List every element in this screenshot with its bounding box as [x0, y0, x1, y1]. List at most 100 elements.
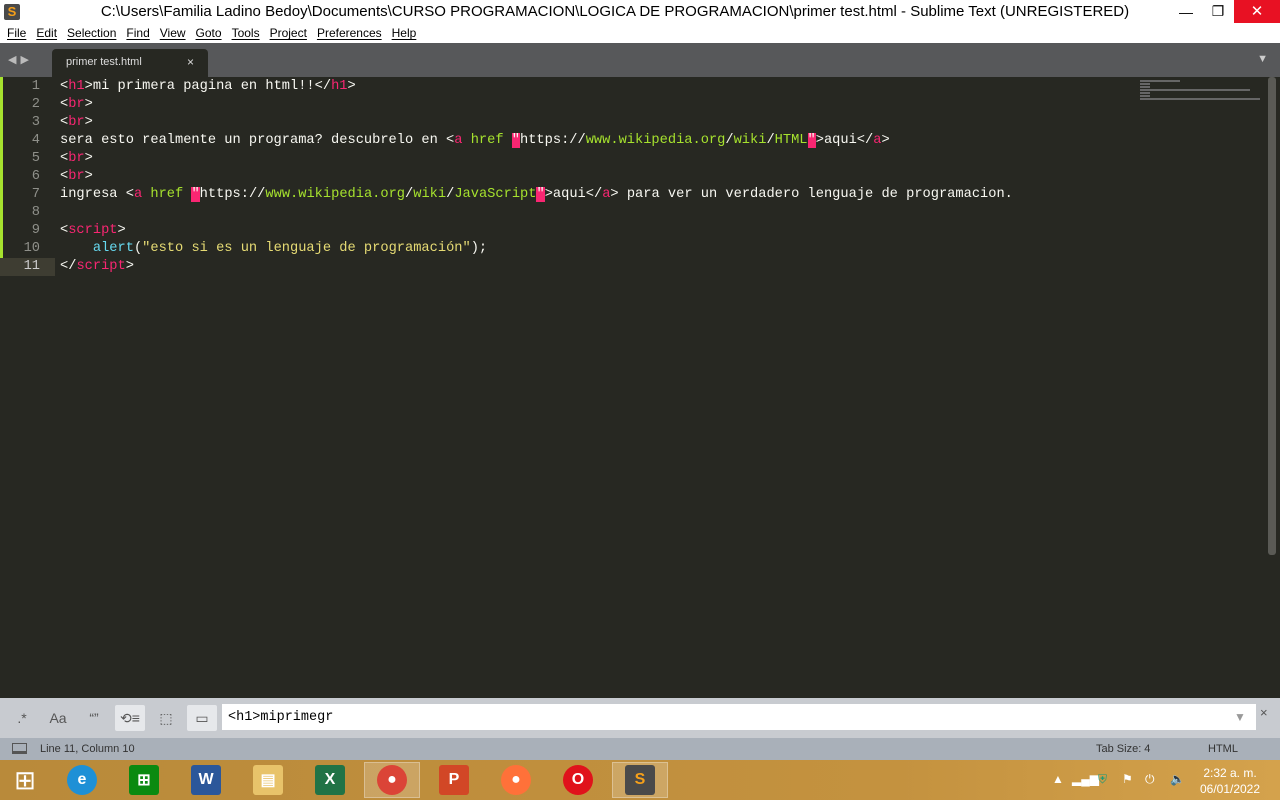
network-icon[interactable]: ▂▄▆ [1072, 772, 1099, 786]
code-line[interactable]: 3 <br> [0, 114, 1268, 132]
opera-icon: O [563, 765, 593, 795]
clock[interactable]: 2:32 a. m. 06/01/2022 [1195, 765, 1265, 797]
windows-icon: ⊞ [14, 764, 36, 795]
volume-icon[interactable]: 🔈 [1170, 772, 1185, 786]
menu-edit[interactable]: Edit [31, 26, 62, 40]
code-line[interactable]: 6 <br> [0, 168, 1268, 186]
security-shield-icon[interactable]: ⛨ [1098, 772, 1107, 787]
token-plain: > [117, 223, 126, 238]
vertical-scrollbar[interactable] [1268, 77, 1276, 555]
highlight-matches-toggle[interactable]: ▭ [187, 705, 217, 731]
menu-selection[interactable]: Selection [62, 26, 121, 40]
token-plain: >mi primera pagina en html!!</ [84, 79, 332, 94]
token-plain: ( [133, 241, 143, 256]
in-selection-toggle[interactable]: ⬚ [151, 705, 181, 731]
token-plain: < [60, 115, 69, 130]
window-title: C:\Users\Familia Ladino Bedoy\Documents\… [100, 3, 1130, 20]
panel-toggle-icon[interactable] [12, 743, 27, 754]
code-line[interactable]: 1 <h1>mi primera pagina en html!!</h1> [0, 78, 1268, 96]
menu-help[interactable]: Help [387, 26, 422, 40]
menu-preferences[interactable]: Preferences [312, 26, 387, 40]
close-button[interactable]: ✕ [1234, 0, 1280, 23]
token-tag: h1 [331, 79, 348, 94]
minimap[interactable] [1140, 80, 1260, 100]
menu-file[interactable]: File [2, 26, 31, 40]
find-input[interactable] [222, 704, 1256, 730]
taskbar-opera[interactable]: O [550, 762, 606, 798]
find-close-icon[interactable]: × [1260, 705, 1268, 720]
taskbar-excel[interactable]: X [302, 762, 358, 798]
power-icon[interactable]: ⏻ [1145, 772, 1155, 787]
action-center-flag-icon[interactable]: ⚑ [1122, 772, 1133, 786]
token-url: JavaScript [454, 187, 537, 202]
regex-toggle[interactable]: .* [7, 705, 37, 731]
line-number: 10 [23, 241, 40, 256]
token-plain: </ [60, 259, 77, 274]
tab-primer-test[interactable]: primer test.html × [52, 49, 208, 77]
tab-size[interactable]: Tab Size: 4 [1096, 738, 1150, 760]
taskbar-store[interactable]: ⊞ [116, 762, 172, 798]
line-number: 9 [31, 223, 40, 238]
menu-project[interactable]: Project [265, 26, 312, 40]
token-tag: h1 [68, 79, 85, 94]
menu-find[interactable]: Find [121, 26, 154, 40]
code-line[interactable]: 2 <br> [0, 96, 1268, 114]
token-plain: > [84, 115, 93, 130]
code-line[interactable]: 5 <br> [0, 150, 1268, 168]
taskbar-powerpoint[interactable]: P [426, 762, 482, 798]
code-line[interactable]: 11 </script> [0, 258, 1268, 276]
clock-time: 2:32 a. m. [1203, 766, 1257, 780]
tab-nav-arrows-icon[interactable]: ◀▶ [8, 53, 33, 66]
show-hidden-icons[interactable]: ▲ [1052, 772, 1064, 786]
syntax-mode[interactable]: HTML [1208, 738, 1238, 760]
token-attr: href [470, 133, 504, 148]
line-number: 2 [31, 97, 40, 112]
tab-dropdown-icon[interactable]: ▼ [1257, 53, 1268, 65]
chrome-icon: ● [377, 765, 407, 795]
restore-button[interactable]: ❐ [1202, 3, 1234, 20]
menu-view[interactable]: View [155, 26, 191, 40]
case-sensitive-toggle[interactable]: Aa [43, 705, 73, 731]
start-button[interactable]: ⊞ [0, 762, 50, 798]
code-line[interactable]: 7 ingresa <a href "https://www.wikipedia.… [0, 186, 1268, 204]
menu-tools[interactable]: Tools [227, 26, 265, 40]
excel-icon: X [315, 765, 345, 795]
line-number: 1 [31, 79, 40, 94]
taskbar-internet-explorer[interactable]: e [54, 762, 110, 798]
store-icon: ⊞ [129, 765, 159, 795]
taskbar-chrome[interactable]: ● [364, 762, 420, 798]
token-url: HTML [774, 133, 808, 148]
code-line[interactable]: 9 <script> [0, 222, 1268, 240]
token-tag: script [68, 223, 118, 238]
tab-close-icon[interactable]: × [187, 49, 194, 75]
token-plain: ); [470, 241, 488, 256]
menu-goto[interactable]: Goto [191, 26, 227, 40]
code-editor[interactable]: 1 <h1>mi primera pagina en html!!</h1> 2 <b… [0, 77, 1268, 698]
tab-label: primer test.html [66, 56, 142, 68]
find-panel: .* Aa “” ⟲≡ ⬚ ▭ ▼ × [0, 698, 1280, 738]
firefox-icon: ● [501, 765, 531, 795]
token-plain: > [84, 151, 93, 166]
status-bar: Line 11, Column 10 Tab Size: 4 HTML [0, 738, 1280, 760]
find-history-dropdown-icon[interactable]: ▼ [1234, 710, 1246, 724]
minimize-button[interactable]: — [1170, 4, 1202, 20]
taskbar-file-explorer[interactable]: ▤ [240, 762, 296, 798]
whole-word-toggle[interactable]: “” [79, 705, 109, 731]
taskbar-sublime-text[interactable]: S [612, 762, 668, 798]
token-plain: < [60, 151, 69, 166]
token-url: wiki [733, 133, 767, 148]
code-line[interactable]: 8 [0, 204, 1268, 222]
taskbar: ⊞ e ⊞ W ▤ X ● P ● O S ▲ ▂▄▆ ⛨ ⚑ ⏻ 🔈 2:32 a. m. 06/… [0, 760, 1280, 800]
code-line[interactable]: 4 sera esto realmente un programa? descub… [0, 132, 1268, 150]
token-tag: br [68, 97, 85, 112]
wrap-toggle[interactable]: ⟲≡ [115, 705, 145, 731]
token-err: " [807, 133, 816, 148]
code-line[interactable]: 10 alert("esto si es un lenguaje de prog… [0, 240, 1268, 258]
taskbar-word[interactable]: W [178, 762, 234, 798]
word-icon: W [191, 765, 221, 795]
file-explorer-icon: ▤ [253, 765, 283, 795]
token-tag: br [68, 151, 85, 166]
taskbar-firefox[interactable]: ● [488, 762, 544, 798]
